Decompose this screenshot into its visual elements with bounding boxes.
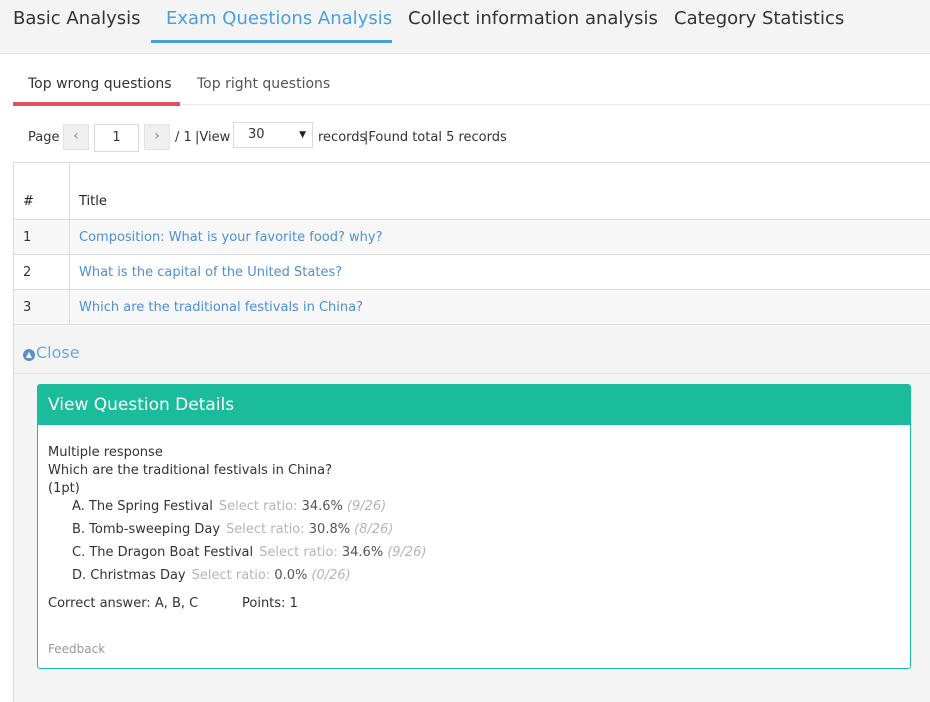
table-row: 1 Composition: What is your favorite foo… [13, 220, 930, 255]
chevron-up-circle-icon: ▲ [23, 349, 35, 361]
select-ratio-label: Select ratio: [259, 545, 338, 560]
page-label: Page [28, 130, 60, 145]
select-ratio-fraction: (9/26) [387, 545, 427, 560]
option-item: D. Christmas Day Select ratio: 0.0% (0/26) [72, 567, 351, 585]
tab-exam-questions-analysis[interactable]: Exam Questions Analysis [166, 0, 392, 44]
select-ratio-value: 30.8% [308, 522, 351, 537]
question-text: Which are the traditional festivals in C… [48, 463, 332, 478]
card-title: View Question Details [38, 385, 910, 425]
page-number-input[interactable]: 1 [94, 124, 139, 152]
question-points-hint: (1pt) [48, 481, 80, 496]
questions-table: # Title 1 Composition: What is your favo… [13, 162, 930, 325]
header-number: # [14, 163, 70, 219]
active-sub-tab-indicator [13, 102, 180, 106]
question-details-card: View Question Details Multiple response … [37, 384, 911, 669]
option-label: D. Christmas Day [72, 568, 186, 583]
option-label: C. The Dragon Boat Festival [72, 545, 254, 560]
question-detail-area: ▲ Close View Question Details Multiple re… [13, 325, 930, 702]
correct-answer: Correct answer: A, B, C [48, 596, 199, 611]
prev-page-button[interactable]: ‹ [63, 124, 89, 150]
select-ratio-label: Select ratio: [191, 568, 271, 583]
table-header-row: # Title [13, 163, 930, 220]
question-link[interactable]: Composition: What is your favorite food?… [79, 230, 382, 245]
divider [14, 373, 930, 374]
select-ratio-fraction: (9/26) [346, 499, 387, 514]
tab-category-statistics[interactable]: Category Statistics [674, 0, 844, 44]
row-number: 3 [14, 290, 70, 324]
question-points: Points: 1 [242, 596, 298, 611]
tab-basic-analysis[interactable]: Basic Analysis [13, 0, 141, 44]
tab-top-right-questions[interactable]: Top right questions [197, 76, 330, 92]
close-detail-link[interactable]: ▲ Close [23, 343, 80, 362]
option-item: A. The Spring Festival Select ratio: 34.6… [72, 498, 386, 516]
top-tab-bar: Basic Analysis Exam Questions Analysis C… [0, 0, 930, 54]
sub-tab-bar: Top wrong questions Top right questions [13, 54, 930, 106]
feedback-label: Feedback [48, 642, 106, 656]
table-row: 2 What is the capital of the United Stat… [13, 255, 930, 290]
found-total-label: |Found total 5 records [364, 130, 507, 145]
question-link[interactable]: Which are the traditional festivals in C… [79, 300, 363, 315]
option-label: B. Tomb-sweeping Day [72, 522, 221, 537]
header-title: Title [79, 194, 107, 209]
select-ratio-label: Select ratio: [226, 522, 305, 537]
records-label: records [318, 130, 367, 145]
select-ratio-label: Select ratio: [218, 499, 298, 514]
option-label: A. The Spring Festival [72, 499, 213, 514]
per-page-select[interactable]: 30 ▼ [233, 122, 313, 148]
select-ratio-fraction: (8/26) [354, 522, 394, 537]
question-link[interactable]: What is the capital of the United States… [79, 265, 342, 280]
select-ratio-value: 0.0% [274, 568, 308, 583]
question-type: Multiple response [48, 445, 163, 460]
select-ratio-value: 34.6% [341, 545, 384, 560]
close-label: Close [36, 343, 80, 362]
page-total: / 1 [175, 130, 192, 145]
row-number: 2 [14, 255, 70, 289]
active-tab-indicator [151, 40, 392, 43]
row-number: 1 [14, 220, 70, 254]
row-title-cell: Which are the traditional festivals in C… [70, 290, 930, 324]
row-title-cell: Composition: What is your favorite food?… [70, 220, 930, 254]
select-ratio-value: 34.6% [301, 499, 343, 514]
row-title-cell: What is the capital of the United States… [70, 255, 930, 289]
per-page-value: 30 [248, 127, 265, 142]
next-page-button[interactable]: › [144, 124, 170, 150]
tab-collect-information-analysis[interactable]: Collect information analysis [408, 0, 658, 44]
option-item: C. The Dragon Boat Festival Select ratio:… [72, 544, 427, 562]
dropdown-arrow-icon: ▼ [299, 130, 306, 140]
option-item: B. Tomb-sweeping Day Select ratio: 30.8%(… [72, 521, 393, 539]
table-row: 3 Which are the traditional festivals in… [13, 290, 930, 325]
view-label: |View [195, 130, 231, 145]
chevron-left-icon: ‹ [73, 128, 79, 144]
chevron-right-icon: › [154, 128, 160, 144]
tab-top-wrong-questions[interactable]: Top wrong questions [28, 76, 172, 92]
select-ratio-fraction: (0/26) [311, 568, 351, 583]
